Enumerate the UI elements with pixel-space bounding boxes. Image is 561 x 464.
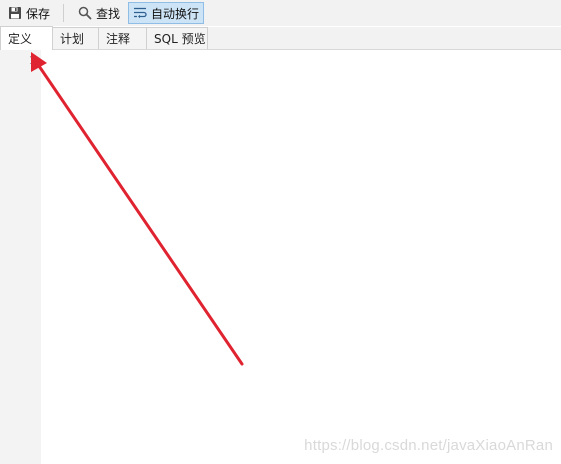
find-button[interactable]: 查找 (73, 2, 125, 24)
tab-label: 注释 (106, 32, 131, 46)
tab-sql-preview[interactable]: SQL 预览 (147, 27, 208, 49)
word-wrap-icon (133, 6, 147, 20)
save-button[interactable]: 保存 (3, 2, 55, 24)
tab-comment[interactable]: 注释 (99, 27, 147, 49)
search-icon (78, 6, 92, 20)
word-wrap-toggle[interactable]: 自动换行 (128, 2, 205, 24)
tab-bar: 定义 计划 注释 SQL 预览 (0, 26, 561, 50)
watermark: https://blog.csdn.net/javaXiaoAnRan (304, 437, 553, 454)
line-number: 1 (29, 54, 36, 67)
line-number-gutter (0, 50, 41, 464)
toolbar: 保存 查找 自动换行 (0, 0, 561, 26)
toolbar-divider (63, 4, 65, 22)
tab-plan[interactable]: 计划 (53, 27, 99, 49)
find-label: 查找 (96, 6, 121, 21)
word-wrap-label: 自动换行 (151, 6, 200, 21)
floppy-disk-icon (8, 6, 22, 20)
save-label: 保存 (26, 6, 51, 21)
code-editor[interactable] (41, 50, 561, 464)
tab-label: 定义 (8, 32, 33, 46)
tab-label: SQL 预览 (154, 32, 206, 46)
tab-label: 计划 (60, 32, 85, 46)
tab-definition[interactable]: 定义 (0, 26, 53, 50)
